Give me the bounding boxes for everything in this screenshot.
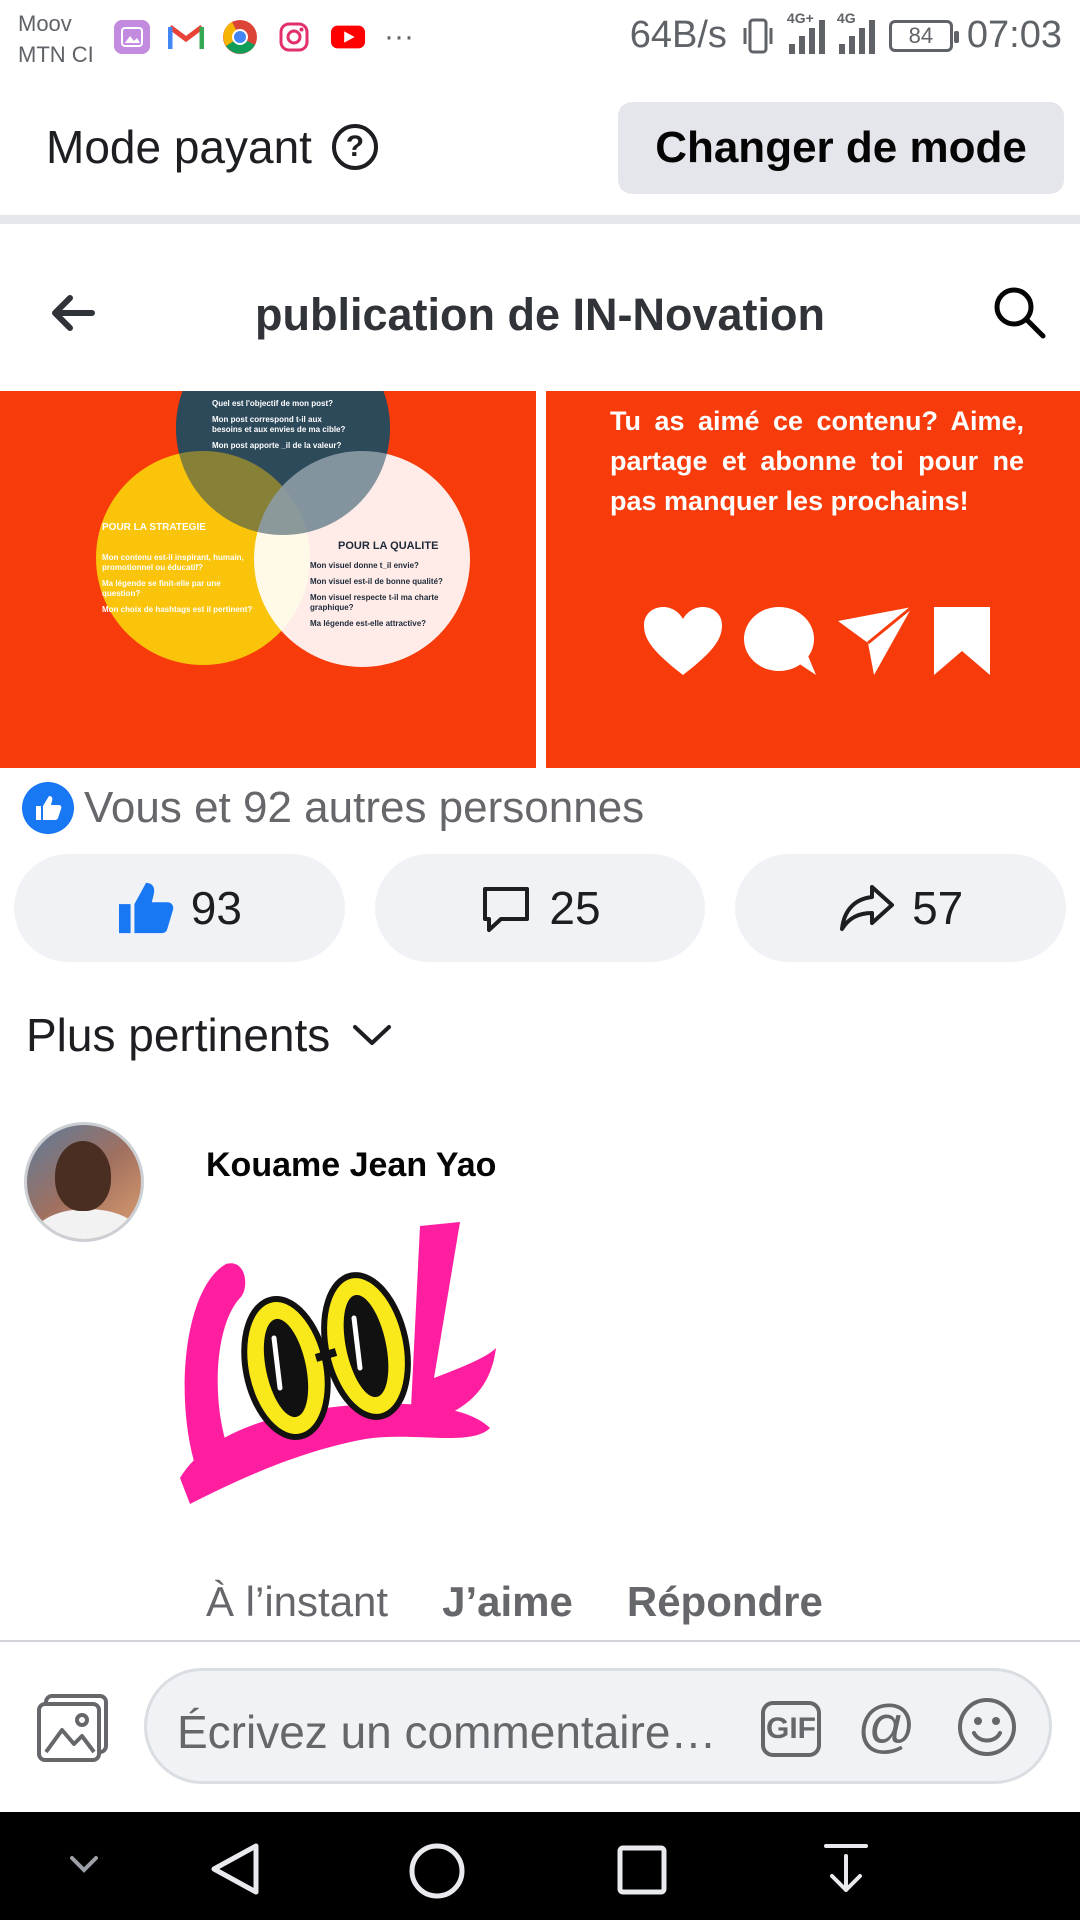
carrier-name-1: Moov bbox=[18, 11, 72, 36]
carrier-name-2: MTN CI bbox=[18, 42, 94, 67]
share-arrow-icon bbox=[840, 885, 895, 931]
chrome-icon bbox=[222, 20, 258, 54]
comment-count: 25 bbox=[549, 882, 601, 934]
comment-input-placeholder: Écrivez un commentaire… bbox=[177, 1706, 717, 1758]
likers-summary[interactable]: Vous et 92 autres personnes bbox=[22, 782, 644, 834]
comment-button[interactable]: 25 bbox=[374, 854, 706, 962]
comment-time: À l’instant bbox=[206, 1578, 389, 1625]
post-images: Quel est l'objectif de mon post? Mon pos… bbox=[0, 391, 1080, 768]
clock: 07:03 bbox=[966, 14, 1062, 56]
heart-icon bbox=[644, 607, 722, 675]
home-circle-icon[interactable] bbox=[408, 1842, 466, 1900]
notification-pull-down-icon[interactable] bbox=[822, 1842, 870, 1896]
mention-icon[interactable]: @ bbox=[857, 1695, 916, 1759]
emoji-icon[interactable] bbox=[957, 1697, 1017, 1757]
avatar[interactable] bbox=[24, 1122, 144, 1242]
sort-label: Plus pertinents bbox=[26, 1009, 331, 1061]
recents-square-icon[interactable] bbox=[616, 1844, 668, 1896]
vibrate-icon bbox=[743, 18, 773, 53]
notification-icons: ··· bbox=[114, 20, 414, 54]
chevron-down-icon[interactable] bbox=[68, 1852, 100, 1876]
chevron-down-icon bbox=[353, 1025, 392, 1045]
mode-bar: Mode payant ? Changer de mode bbox=[0, 78, 1080, 224]
comment-like-button[interactable]: J’aime bbox=[442, 1578, 573, 1626]
comment-meta: À l’instant J’aime Répondre bbox=[206, 1578, 823, 1626]
bookmark-icon bbox=[934, 607, 990, 675]
comment-composer: Écrivez un commentaire… GIF @ bbox=[0, 1640, 1080, 1812]
more-notifications-icon: ··· bbox=[384, 20, 414, 53]
page-title: publication de IN-Novation bbox=[255, 289, 825, 340]
thumbs-up-icon bbox=[118, 882, 173, 934]
comment-author[interactable]: Kouame Jean Yao bbox=[206, 1146, 496, 1185]
mode-label-text: Mode payant bbox=[46, 121, 312, 173]
gmail-icon bbox=[168, 20, 204, 54]
signal-4g-plus-icon: 4G+ bbox=[787, 10, 825, 54]
likers-text: Vous et 92 autres personnes bbox=[84, 783, 645, 832]
mode-label: Mode payant ? bbox=[46, 120, 378, 174]
comment-input[interactable]: Écrivez un commentaire… GIF @ bbox=[144, 1668, 1052, 1784]
back-triangle-icon[interactable] bbox=[208, 1842, 262, 1896]
comment-icon bbox=[483, 887, 530, 932]
instagram-icon bbox=[276, 20, 312, 54]
post-image-cta[interactable]: Tu as aimé ce contenu? Aime, partage et … bbox=[546, 391, 1080, 768]
post-actions: 93 25 57 bbox=[14, 854, 1067, 962]
net-speed: 64B/s bbox=[629, 14, 727, 56]
cool-sticker[interactable] bbox=[170, 1218, 500, 1510]
gif-icon[interactable]: GIF bbox=[761, 1701, 821, 1757]
comment-sort-dropdown[interactable]: Plus pertinents bbox=[26, 1008, 392, 1062]
help-icon[interactable]: ? bbox=[331, 124, 378, 170]
post-image-venn[interactable]: Quel est l'objectif de mon post? Mon pos… bbox=[0, 391, 536, 768]
search-icon[interactable] bbox=[990, 283, 1048, 341]
post-header: publication de IN-Novation bbox=[0, 233, 1080, 391]
change-mode-button[interactable]: Changer de mode bbox=[618, 102, 1064, 194]
venn-strategy-text: POUR LA STRATEGIE Mon contenu est-il ins… bbox=[102, 522, 253, 615]
like-button[interactable]: 93 bbox=[14, 854, 345, 962]
carrier-info: Moov MTN CI bbox=[18, 8, 94, 70]
like-badge-icon bbox=[22, 782, 74, 834]
venn-objective-text: Quel est l'objectif de mon post? Mon pos… bbox=[212, 399, 346, 450]
cta-icons bbox=[642, 605, 992, 677]
like-count: 93 bbox=[190, 882, 242, 934]
gallery-icon bbox=[114, 20, 150, 54]
status-bar: Moov MTN CI ··· 64B/s 4G+ 4G 84 07:03 bbox=[0, 0, 1080, 78]
share-button[interactable]: 57 bbox=[735, 854, 1067, 962]
youtube-icon bbox=[330, 20, 366, 54]
paper-plane-icon bbox=[838, 605, 913, 675]
signal-4g-icon: 4G bbox=[837, 10, 875, 54]
system-nav-bar bbox=[0, 1812, 1080, 1920]
cta-text: Tu as aimé ce contenu? Aime, partage et … bbox=[610, 406, 1024, 516]
system-indicators: 64B/s 4G+ 4G 84 07:03 bbox=[629, 10, 1062, 57]
photo-icon[interactable] bbox=[36, 1694, 110, 1764]
comment-bubble-icon bbox=[744, 607, 816, 675]
venn-quality-text: POUR LA QUALITE Mon visuel donne t_il en… bbox=[310, 540, 443, 629]
battery-icon: 84 bbox=[888, 19, 959, 52]
share-count: 57 bbox=[912, 882, 964, 934]
comment-reply-button[interactable]: Répondre bbox=[627, 1578, 823, 1626]
